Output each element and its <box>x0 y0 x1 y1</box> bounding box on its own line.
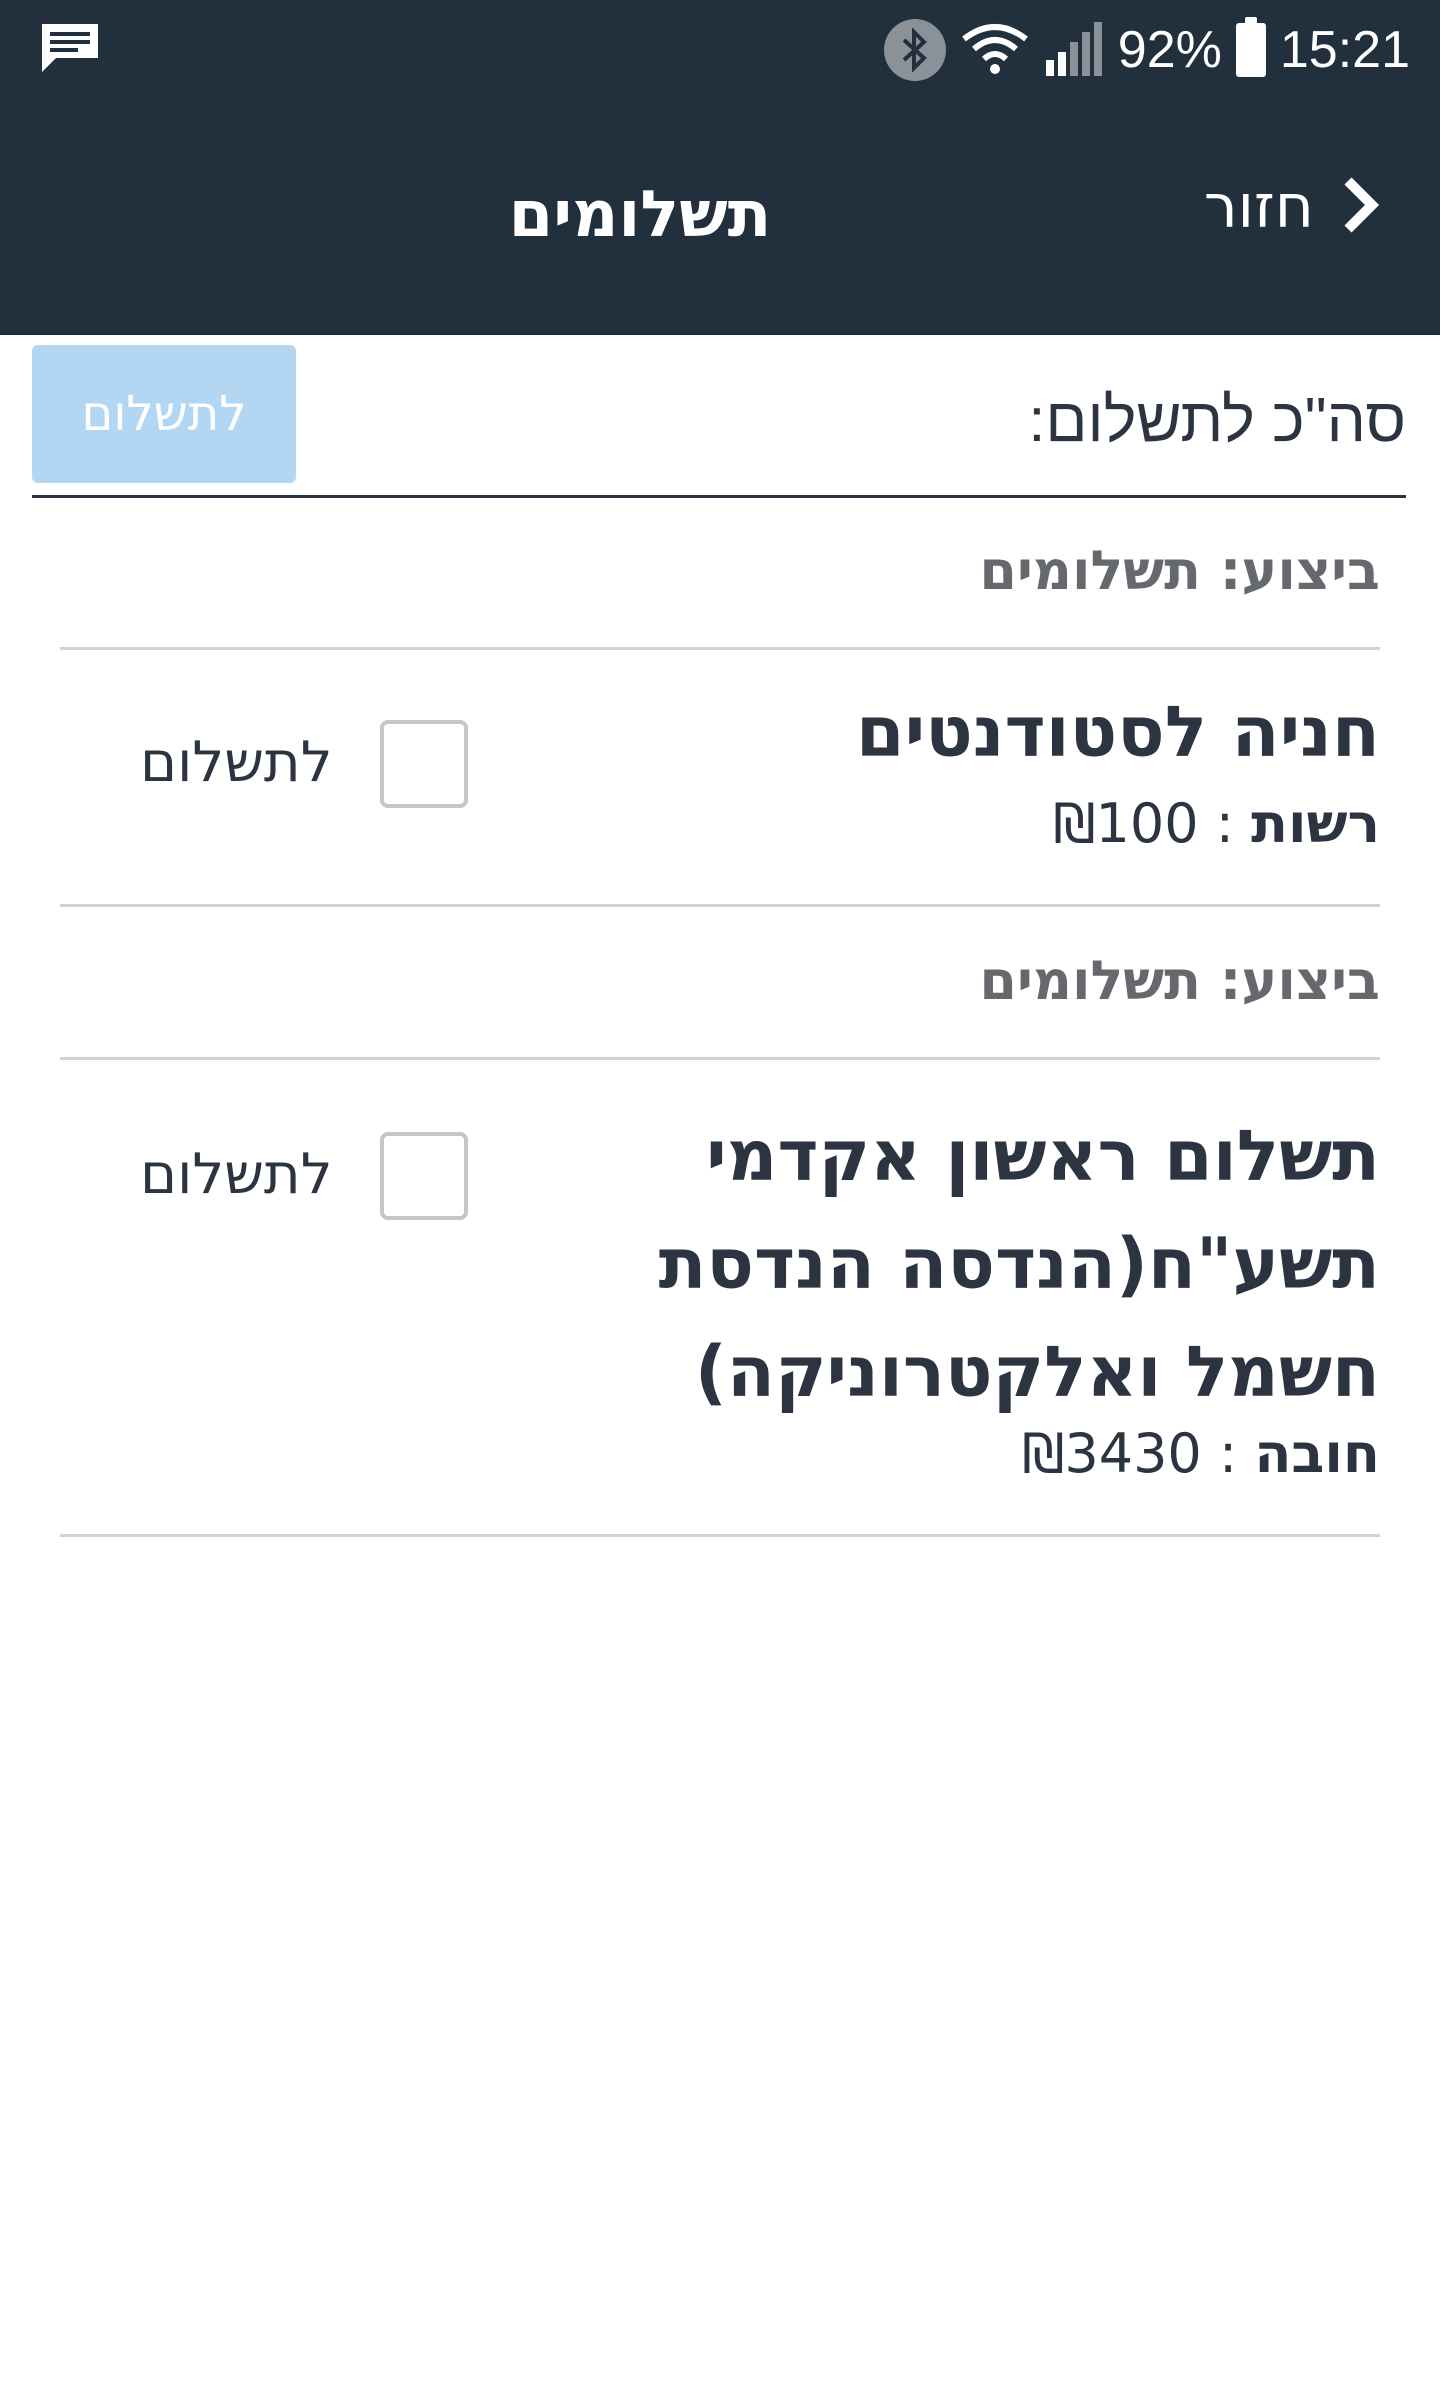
pay-button[interactable]: לתשלום <box>32 345 296 483</box>
status-right: 92% 15:21 <box>870 14 1410 86</box>
payment-summary: לתשלום סה"כ לתשלום: <box>32 345 1406 498</box>
section-header-text: ביצוע: תשלומים <box>979 949 1380 1012</box>
payment-item: חניה לסטודנטים רשות : ₪100 לתשלום <box>60 650 1380 907</box>
item-name: תשלום ראשון אקדמי תשע"ח(הנדסה הנדסת חשמל… <box>658 1115 1380 1413</box>
amount-value: ₪100 <box>1053 792 1199 855</box>
checkbox-label: לתשלום <box>140 1142 333 1207</box>
signal-icon <box>1044 20 1104 80</box>
back-button[interactable]: חזור <box>1204 172 1380 242</box>
bluetooth-icon <box>883 19 946 81</box>
payment-item: תשלום ראשון אקדמי תשע"ח(הנדסה הנדסת חשמל… <box>60 1060 1380 1537</box>
section-header: ביצוע: תשלומים <box>60 497 1380 650</box>
clock: 15:21 <box>1279 21 1410 79</box>
status-bar: 92% 15:21 <box>0 0 1440 100</box>
amount-value: ₪3430 <box>1022 1422 1202 1485</box>
amount-label: חובה <box>1254 1422 1380 1485</box>
chevron-right-icon <box>1340 175 1380 239</box>
battery-icon <box>1235 17 1266 77</box>
amount-label: רשות <box>1251 792 1380 855</box>
total-label: סה"כ לתשלום: <box>1028 386 1406 455</box>
item-amount: רשות : ₪100 <box>1053 792 1380 855</box>
app-header: תשלומים חזור <box>0 100 1440 335</box>
item-checkbox[interactable] <box>380 720 468 808</box>
back-label: חזור <box>1203 172 1314 242</box>
item-name: חניה לסטודנטים <box>855 691 1380 773</box>
checkbox-label: לתשלום <box>140 730 333 795</box>
wifi-icon <box>960 21 1030 79</box>
battery-percent: 92% <box>1117 21 1222 79</box>
item-amount: חובה : ₪3430 <box>1022 1422 1380 1485</box>
message-icon <box>42 24 98 76</box>
item-checkbox[interactable] <box>380 1132 468 1220</box>
section-header: ביצוע: תשלומים <box>60 907 1380 1060</box>
section-header-text: ביצוע: תשלומים <box>979 539 1380 602</box>
